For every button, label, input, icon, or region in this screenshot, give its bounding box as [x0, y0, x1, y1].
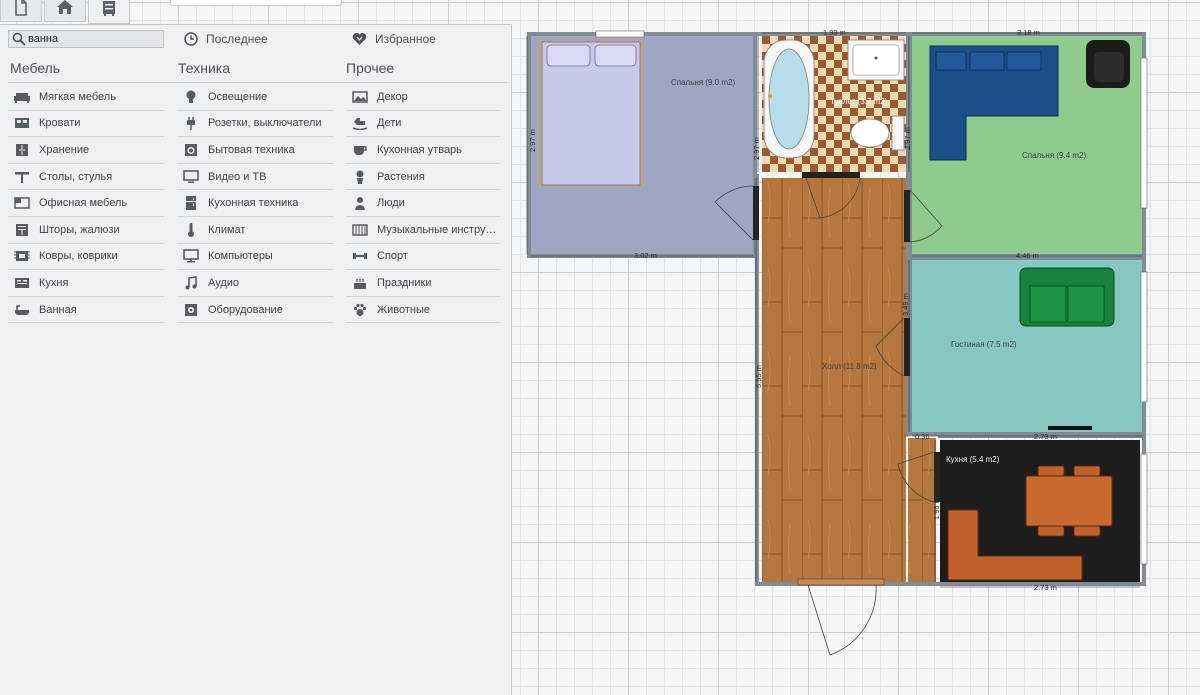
dim-kitchen-side: 1.96 m — [932, 497, 941, 520]
dim-bedroom2-top: 3.18 m — [1017, 28, 1040, 37]
floor-plan-canvas[interactable]: Спальня (9.0 m2) Туалет (3.7 m2) Спальня… — [0, 0, 1200, 695]
dim-bedroom2-bottom: 4.46 m — [1016, 251, 1039, 260]
washbasin[interactable] — [847, 39, 905, 81]
room-bedroom-1[interactable] — [531, 36, 753, 254]
double-bed[interactable] — [539, 40, 643, 187]
tv-stand[interactable] — [1048, 426, 1092, 430]
room-label-hall: Холл (11.8 m2) — [822, 362, 877, 371]
room-label-bedroom-1: Спальня (9.0 m2) — [671, 78, 736, 87]
dim-kitchen-bottom: 2.73 m — [1034, 583, 1057, 592]
dim-hall-side: 5.55 m — [754, 365, 763, 388]
green-sofa[interactable] — [1019, 267, 1115, 327]
bathtub[interactable] — [763, 39, 815, 159]
dining-table[interactable] — [1025, 465, 1113, 537]
dim-living-side: 3.49 m — [901, 293, 910, 316]
room-label-kitchen: Кухня (5.4 m2) — [946, 455, 1000, 464]
room-label-toilet: Туалет (3.7 m2) — [830, 97, 888, 106]
dim-toilet-side: 2.97 m — [752, 137, 761, 160]
floor-plan-drawing[interactable] — [0, 0, 1200, 695]
armchair[interactable] — [1086, 40, 1130, 88]
room-bedroom-2[interactable] — [912, 36, 1142, 254]
dim-bedroom1-bottom: 3.02 m — [634, 251, 657, 260]
dim-toilet-top: 1.99 m — [823, 28, 846, 37]
room-label-bedroom-2: Спальня (9.4 m2) — [1022, 151, 1087, 160]
dim-bedroom1-left: 2.97 m — [528, 129, 537, 152]
room-label-living: Гостиная (7.5 m2) — [951, 340, 1017, 349]
room-living[interactable] — [912, 260, 1142, 432]
dim-kitchen-top: 2.73 m — [1034, 432, 1057, 441]
dim-bedroom2-side: 2.97 m — [903, 127, 912, 150]
dim-step: 0.36 — [915, 432, 930, 441]
